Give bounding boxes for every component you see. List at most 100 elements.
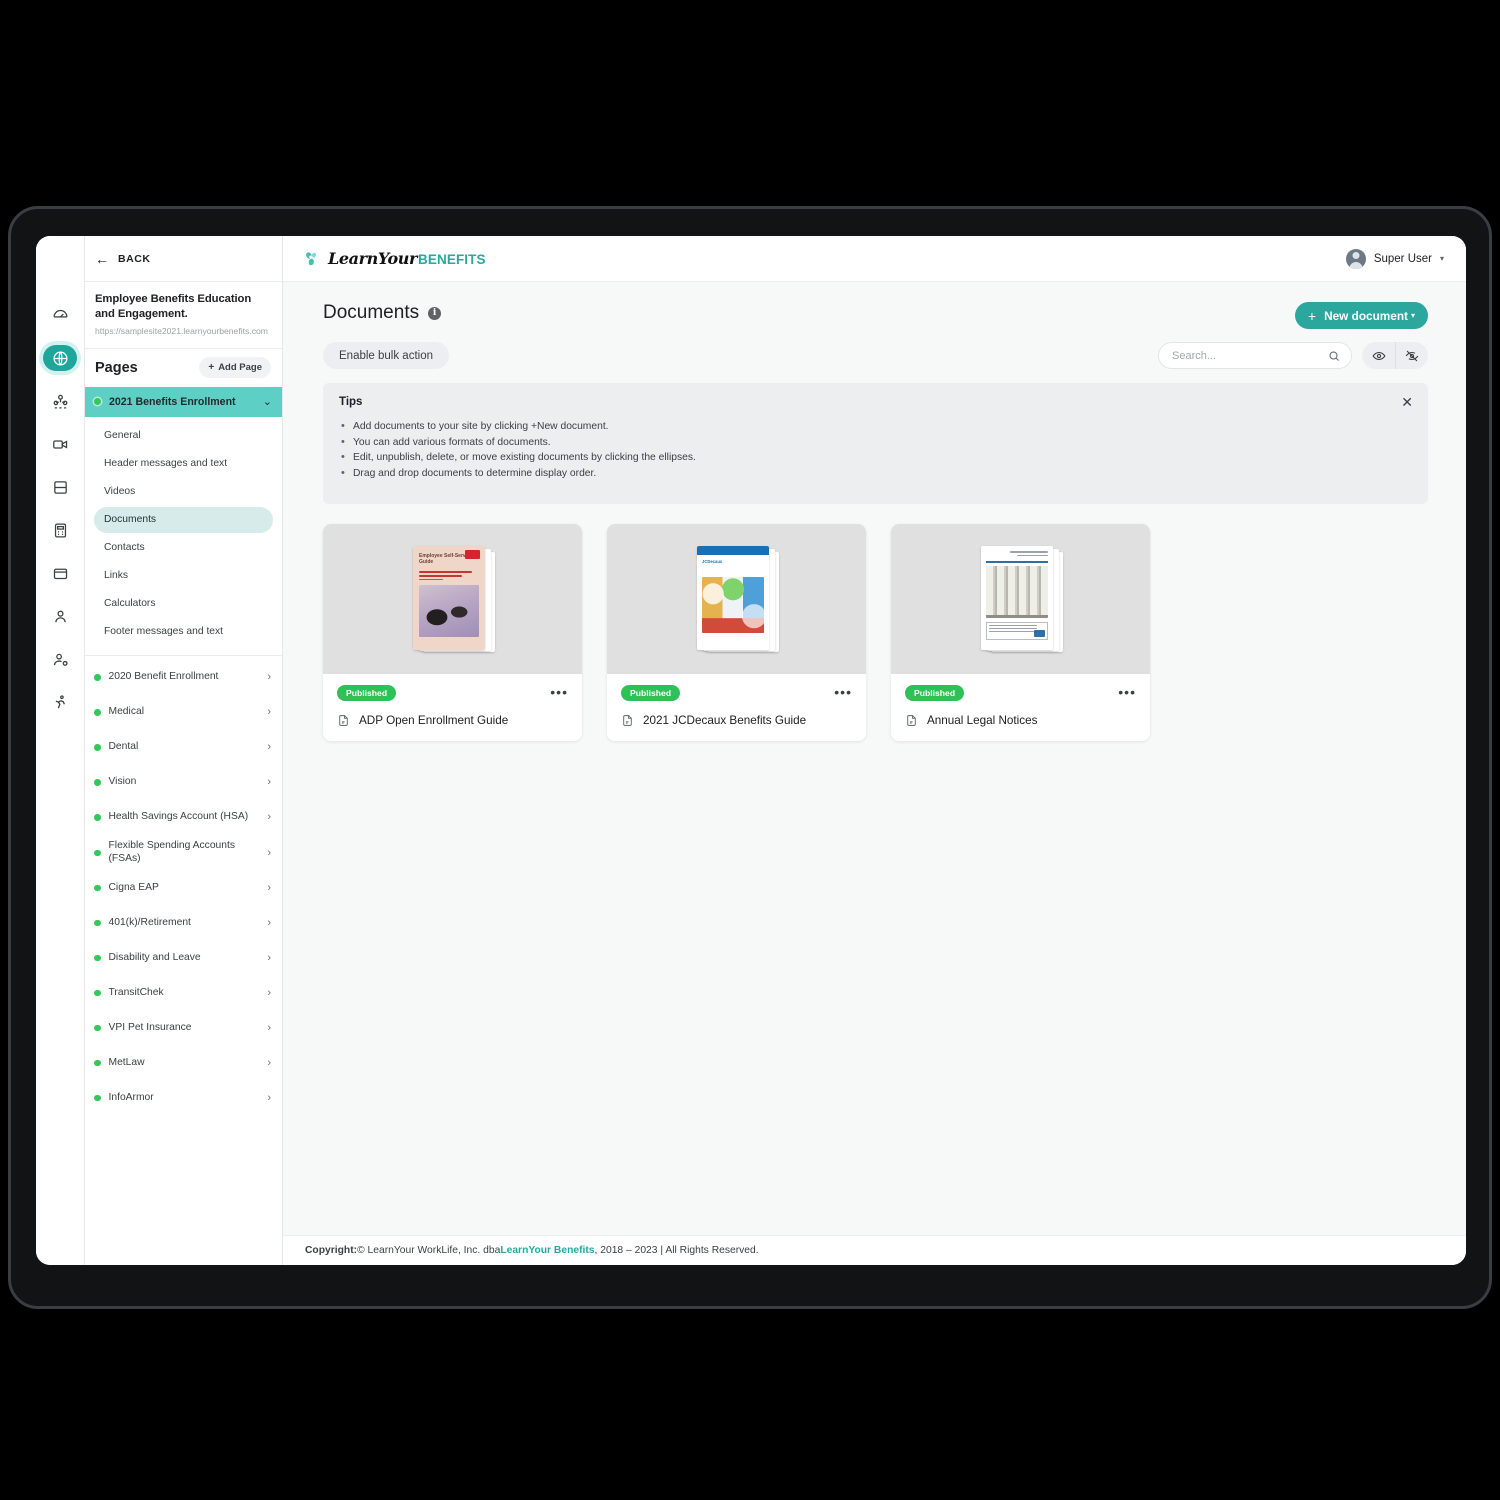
sidebar-subitem-header-messages-and-text[interactable]: Header messages and text [94, 451, 273, 477]
sidebar-subitem-videos[interactable]: Videos [94, 479, 273, 505]
sidebar-subitem-contacts[interactable]: Contacts [94, 535, 273, 561]
sidebar-group-health-savings-account-hsa-[interactable]: Health Savings Account (HSA) › [85, 800, 282, 835]
calculator-icon[interactable] [43, 517, 77, 543]
chevron-right-icon: › [267, 776, 271, 789]
folder-icon[interactable] [43, 560, 77, 586]
active-page-label: 2021 Benefits Enrollment [109, 395, 236, 408]
status-dot-icon [94, 1024, 101, 1032]
sidebar-group-vpi-pet-insurance[interactable]: VPI Pet Insurance › [85, 1011, 282, 1046]
document-thumbnail [981, 546, 1063, 653]
pages-sidebar: ← BACK Employee Benefits Education and E… [85, 236, 283, 1265]
search-box[interactable] [1158, 342, 1352, 369]
cards-icon[interactable] [43, 474, 77, 500]
sidebar-group-medical[interactable]: Medical › [85, 695, 282, 730]
app-icon-rail [36, 236, 85, 1265]
add-page-button[interactable]: + Add Page [199, 357, 271, 379]
more-options-icon[interactable]: ••• [550, 685, 568, 700]
group-label: Flexible Spending Accounts (FSAs) [108, 839, 236, 864]
sidebar-group-metlaw[interactable]: MetLaw › [85, 1046, 282, 1081]
dashboard-icon[interactable] [43, 302, 77, 328]
chevron-right-icon: › [267, 706, 271, 719]
add-page-label: Add Page [218, 362, 262, 374]
group-label: TransitChek [108, 986, 164, 998]
user-menu[interactable]: Super User ▾ [1345, 248, 1444, 269]
sidebar-group-flexible-spending-accounts-fsas-[interactable]: Flexible Spending Accounts (FSAs) › [85, 835, 282, 871]
document-name: 2021 JCDecaux Benefits Guide [643, 713, 807, 727]
group-label: Health Savings Account (HSA) [108, 811, 249, 823]
user-icon[interactable] [43, 603, 77, 629]
sidebar-group-cigna-eap[interactable]: Cigna EAP › [85, 871, 282, 906]
eye-visible-icon[interactable] [1362, 342, 1395, 369]
arrow-left-icon: ← [95, 250, 109, 267]
document-card[interactable]: Published ••• Annual Legal Notices [891, 523, 1150, 741]
more-options-icon[interactable]: ••• [1118, 685, 1136, 700]
sidebar-subitem-calculators[interactable]: Calculators [94, 591, 273, 617]
sidebar-group-401-k-retirement[interactable]: 401(k)/Retirement › [85, 906, 282, 941]
brand-logo[interactable]: LearnYour BENEFITS [303, 249, 486, 268]
sidebar-subitem-links[interactable]: Links [94, 563, 273, 589]
tips-title: Tips [339, 396, 363, 408]
chevron-right-icon: › [267, 1057, 271, 1070]
document-thumbnail-area[interactable]: JCDecaux [607, 523, 866, 674]
sidebar-subitem-documents[interactable]: Documents [94, 506, 273, 533]
sidebar-item-2021-benefits-enrollment[interactable]: 2021 Benefits Enrollment ⌄ [85, 386, 282, 417]
status-badge: Published [621, 684, 681, 701]
status-dot-icon [94, 674, 101, 681]
video-icon[interactable] [43, 431, 77, 457]
document-card[interactable]: Employee Self-Service Guide Published ••• A… [323, 523, 582, 741]
sidebar-group-vision[interactable]: Vision › [85, 765, 282, 800]
document-card[interactable]: JCDecaux Published ••• 2021 JCDecaux Benef… [607, 523, 866, 741]
chevron-down-icon[interactable]: ▾ [1408, 311, 1424, 320]
back-button[interactable]: ← BACK [85, 236, 282, 282]
eye-hidden-icon[interactable] [1395, 342, 1428, 369]
footer-text-after: , 2018 – 2023 | All Rights Reserved. [594, 1245, 759, 1256]
sidebar-group-2020-benefit-enrollment[interactable]: 2020 Benefit Enrollment › [85, 660, 282, 695]
chevron-right-icon: › [267, 1022, 271, 1035]
page-group-list: 2020 Benefit Enrollment › Medical › Dental › V… [85, 656, 282, 1265]
brand-name-primary: LearnYour [328, 249, 418, 268]
search-icon[interactable] [1328, 350, 1340, 362]
sidebar-group-transitchek[interactable]: TransitChek › [85, 976, 282, 1011]
subitem-label: Contacts [104, 542, 145, 554]
group-label: 401(k)/Retirement [108, 916, 191, 928]
tips-list: Add documents to your site by clicking +… [339, 418, 1412, 482]
user-settings-icon[interactable] [43, 646, 77, 672]
pages-heading: Pages [95, 359, 138, 376]
more-options-icon[interactable]: ••• [834, 685, 852, 700]
toolbar-row: Enable bulk action [323, 342, 1428, 369]
site-url: https://samplesite2021.learnyourbenefits… [95, 325, 268, 336]
footer-brand-link[interactable]: LearnYour Benefits [500, 1245, 594, 1256]
sidebar-group-infoarmor[interactable]: InfoArmor › [85, 1081, 282, 1116]
chevron-right-icon: › [267, 671, 271, 684]
enable-bulk-action-button[interactable]: Enable bulk action [323, 342, 449, 369]
document-thumbnail-area[interactable] [891, 523, 1150, 674]
document-thumbnail: Employee Self-Service Guide [413, 546, 495, 653]
subitem-label: Links [104, 570, 129, 582]
leaf-cluster-icon [306, 251, 316, 265]
close-icon[interactable]: ✕ [1401, 395, 1413, 409]
sidebar-group-dental[interactable]: Dental › [85, 730, 282, 765]
sidebar-subitem-general[interactable]: General [94, 423, 273, 449]
people-group-icon[interactable] [43, 388, 77, 414]
subitem-label: Calculators [104, 598, 156, 610]
new-document-button[interactable]: + New document ▾ [1294, 302, 1428, 329]
chevron-right-icon: › [267, 917, 271, 930]
pdf-file-icon [905, 713, 918, 728]
footer-bar: Copyright: © LearnYour WorkLife, Inc. db… [283, 1235, 1466, 1265]
info-icon[interactable]: i [428, 306, 442, 320]
sidebar-group-disability-and-leave[interactable]: Disability and Leave › [85, 941, 282, 976]
document-thumbnail: JCDecaux [697, 546, 779, 653]
document-thumbnail-area[interactable]: Employee Self-Service Guide [323, 523, 582, 674]
group-label: Cigna EAP [108, 881, 159, 893]
activity-icon[interactable] [43, 689, 77, 715]
content-area: Documents i + New document ▾ Enable bulk… [283, 282, 1466, 1235]
chevron-down-icon: ⌄ [262, 396, 272, 409]
pdf-file-icon [621, 713, 634, 728]
chevron-right-icon: › [267, 952, 271, 965]
search-input[interactable] [1172, 349, 1328, 362]
main-pane: LearnYour BENEFITS Super User ▾ Document… [283, 236, 1466, 1265]
globe-icon[interactable] [43, 345, 77, 371]
chevron-right-icon: › [267, 1092, 271, 1105]
sidebar-subitem-footer-messages-and-text[interactable]: Footer messages and text [94, 619, 273, 645]
subpage-list: General Header messages and text Videos Doc… [85, 417, 282, 656]
